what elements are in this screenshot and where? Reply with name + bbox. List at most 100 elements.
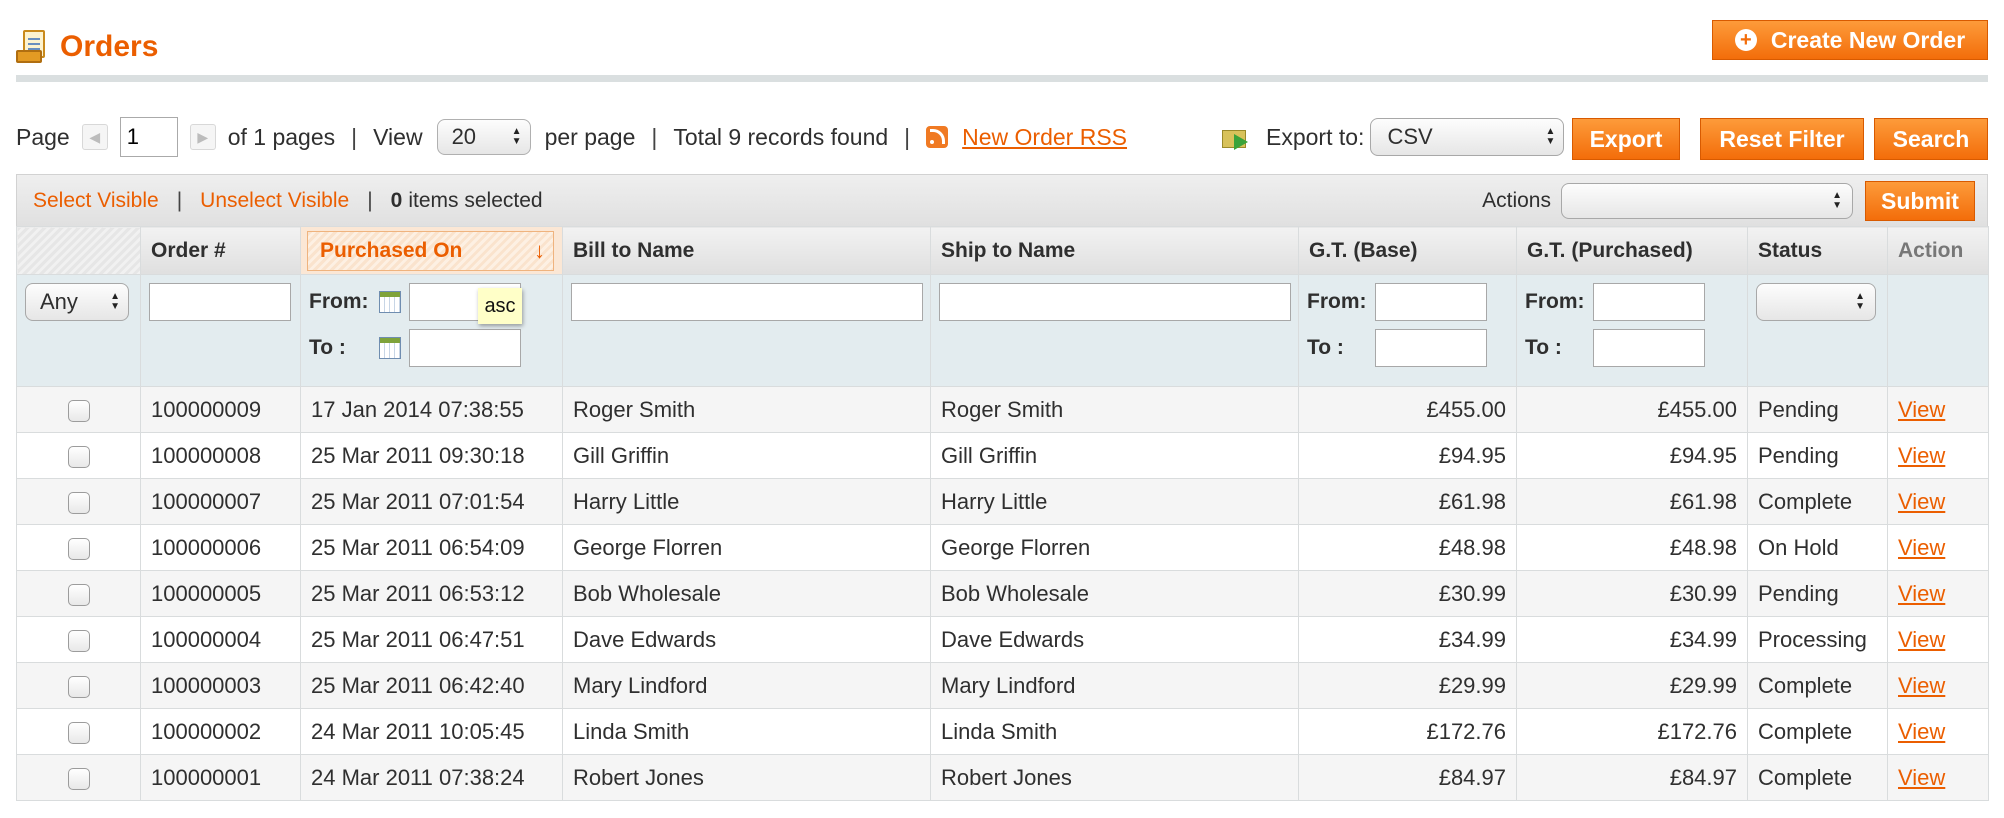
separator: | bbox=[651, 123, 658, 150]
row-checkbox[interactable] bbox=[67, 767, 90, 790]
action-cell: View bbox=[1887, 708, 1989, 755]
row-select-cell bbox=[16, 524, 141, 571]
table-row[interactable]: 100000001 24 Mar 2011 07:38:24 Robert Jo… bbox=[16, 754, 1989, 801]
column-header-ship-to[interactable]: Ship to Name bbox=[930, 226, 1299, 275]
per-page-select[interactable]: 20 ▲ ▼ bbox=[436, 119, 531, 155]
order-status: On Hold bbox=[1747, 524, 1888, 571]
date-to-label: To : bbox=[309, 336, 346, 359]
select-filter[interactable]: Any ▲ ▼ bbox=[25, 283, 129, 321]
purchased-on: 24 Mar 2011 10:05:45 bbox=[300, 708, 563, 755]
gt-purchased: £48.98 bbox=[1516, 524, 1748, 571]
status-filter-select[interactable]: ▲ ▼ bbox=[1756, 283, 1876, 321]
table-row[interactable]: 100000002 24 Mar 2011 10:05:45 Linda Smi… bbox=[16, 708, 1989, 755]
table-row[interactable]: 100000006 25 Mar 2011 06:54:09 George Fl… bbox=[16, 524, 1989, 571]
selected-count: 0 bbox=[390, 188, 403, 212]
gt-purchased: £61.98 bbox=[1516, 478, 1748, 525]
gt-base-from-input[interactable] bbox=[1374, 283, 1487, 321]
row-checkbox[interactable] bbox=[67, 721, 90, 744]
order-filter-input[interactable] bbox=[149, 283, 291, 321]
ship-to-filter-input[interactable] bbox=[939, 283, 1291, 321]
order-number: 100000003 bbox=[140, 662, 301, 709]
action-cell: View bbox=[1887, 432, 1989, 479]
order-status: Pending bbox=[1747, 570, 1888, 617]
row-checkbox[interactable] bbox=[67, 491, 90, 514]
new-order-rss-link[interactable]: New Order RSS bbox=[962, 124, 1127, 151]
calendar-icon[interactable] bbox=[379, 291, 401, 313]
gt-purchased: £172.76 bbox=[1516, 708, 1748, 755]
purchased-on: 25 Mar 2011 06:42:40 bbox=[300, 662, 563, 709]
bill-to-name: Robert Jones bbox=[562, 754, 931, 801]
action-cell: View bbox=[1887, 570, 1989, 617]
orders-icon bbox=[16, 30, 46, 64]
order-status: Complete bbox=[1747, 754, 1888, 801]
row-checkbox[interactable] bbox=[67, 399, 90, 422]
filter-action-cell bbox=[1887, 274, 1989, 387]
column-header-purchased-on[interactable]: Purchased On ↓ bbox=[300, 226, 563, 275]
table-row[interactable]: 100000003 25 Mar 2011 06:42:40 Mary Lind… bbox=[16, 662, 1989, 709]
reset-filter-button[interactable]: Reset Filter bbox=[1700, 118, 1864, 160]
date-to-input[interactable] bbox=[409, 329, 521, 367]
calendar-icon[interactable] bbox=[379, 337, 401, 359]
next-page-button[interactable]: ▶ bbox=[189, 124, 216, 150]
bill-to-name: George Florren bbox=[562, 524, 931, 571]
previous-page-button[interactable]: ◀ bbox=[81, 124, 108, 150]
column-header-bill-to[interactable]: Bill to Name bbox=[562, 226, 931, 275]
gt-base-from-label: From: bbox=[1307, 290, 1367, 313]
submit-button[interactable]: Submit bbox=[1865, 181, 1975, 221]
order-number: 100000007 bbox=[140, 478, 301, 525]
view-link[interactable]: View bbox=[1898, 535, 1945, 560]
search-button[interactable]: Search bbox=[1874, 118, 1988, 160]
view-link[interactable]: View bbox=[1898, 443, 1945, 468]
gt-purchased-from-label: From: bbox=[1525, 290, 1585, 313]
select-visible-link[interactable]: Select Visible bbox=[33, 189, 159, 213]
table-row[interactable]: 100000009 17 Jan 2014 07:38:55 Roger Smi… bbox=[16, 386, 1989, 433]
gt-base-to-input[interactable] bbox=[1374, 329, 1487, 367]
view-link[interactable]: View bbox=[1898, 719, 1945, 744]
separator: | bbox=[351, 123, 358, 150]
ship-to-name: Bob Wholesale bbox=[930, 570, 1299, 617]
column-header-status[interactable]: Status bbox=[1747, 226, 1888, 275]
table-row[interactable]: 100000004 25 Mar 2011 06:47:51 Dave Edwa… bbox=[16, 616, 1989, 663]
table-row[interactable]: 100000007 25 Mar 2011 07:01:54 Harry Lit… bbox=[16, 478, 1989, 525]
create-new-order-button[interactable]: + Create New Order bbox=[1712, 20, 1988, 60]
per-page-label: per page bbox=[544, 123, 636, 150]
filter-ship-cell bbox=[930, 274, 1299, 387]
export-button[interactable]: Export bbox=[1572, 118, 1680, 160]
view-link[interactable]: View bbox=[1898, 581, 1945, 606]
header-row: Order # Purchased On ↓ Bill to Name Ship… bbox=[16, 226, 1989, 275]
view-label: View bbox=[373, 123, 423, 150]
row-checkbox[interactable] bbox=[67, 583, 90, 606]
actions-select[interactable]: ▲ ▼ bbox=[1561, 183, 1853, 219]
column-header-gt-base[interactable]: G.T. (Base) bbox=[1298, 226, 1517, 275]
export-format-select[interactable]: CSV ▲ ▼ bbox=[1370, 118, 1565, 156]
view-link[interactable]: View bbox=[1898, 673, 1945, 698]
filter-row: Any ▲ ▼ From: To : From: To: From: To:… bbox=[16, 274, 1989, 387]
row-checkbox[interactable] bbox=[67, 675, 90, 698]
view-link[interactable]: View bbox=[1898, 489, 1945, 514]
filter-select-cell: Any ▲ ▼ bbox=[16, 274, 141, 387]
column-header-select bbox=[16, 226, 141, 275]
view-link[interactable]: View bbox=[1898, 397, 1945, 422]
unselect-visible-link[interactable]: Unselect Visible bbox=[200, 189, 349, 213]
table-row[interactable]: 100000005 25 Mar 2011 06:53:12 Bob Whole… bbox=[16, 570, 1989, 617]
separator: | bbox=[904, 123, 911, 150]
purchased-on: 25 Mar 2011 06:53:12 bbox=[300, 570, 563, 617]
bill-to-filter-input[interactable] bbox=[571, 283, 923, 321]
row-checkbox[interactable] bbox=[67, 537, 90, 560]
column-header-gt-purchased[interactable]: G.T. (Purchased) bbox=[1516, 226, 1748, 275]
view-link[interactable]: View bbox=[1898, 627, 1945, 652]
gt-purchased-to-input[interactable] bbox=[1592, 329, 1705, 367]
gt-purchased-from-input[interactable] bbox=[1592, 283, 1705, 321]
row-checkbox[interactable] bbox=[67, 445, 90, 468]
table-row[interactable]: 100000008 25 Mar 2011 09:30:18 Gill Grif… bbox=[16, 432, 1989, 479]
bill-to-name: Bob Wholesale bbox=[562, 570, 931, 617]
view-link[interactable]: View bbox=[1898, 765, 1945, 790]
bill-to-name: Harry Little bbox=[562, 478, 931, 525]
filter-gt-purchased-cell: From: To : bbox=[1516, 274, 1748, 387]
date-from-label: From: bbox=[309, 290, 369, 313]
row-checkbox[interactable] bbox=[67, 629, 90, 652]
separator: | bbox=[367, 188, 373, 212]
action-cell: View bbox=[1887, 524, 1989, 571]
column-header-order[interactable]: Order # bbox=[140, 226, 301, 275]
page-number-input[interactable] bbox=[119, 117, 178, 157]
